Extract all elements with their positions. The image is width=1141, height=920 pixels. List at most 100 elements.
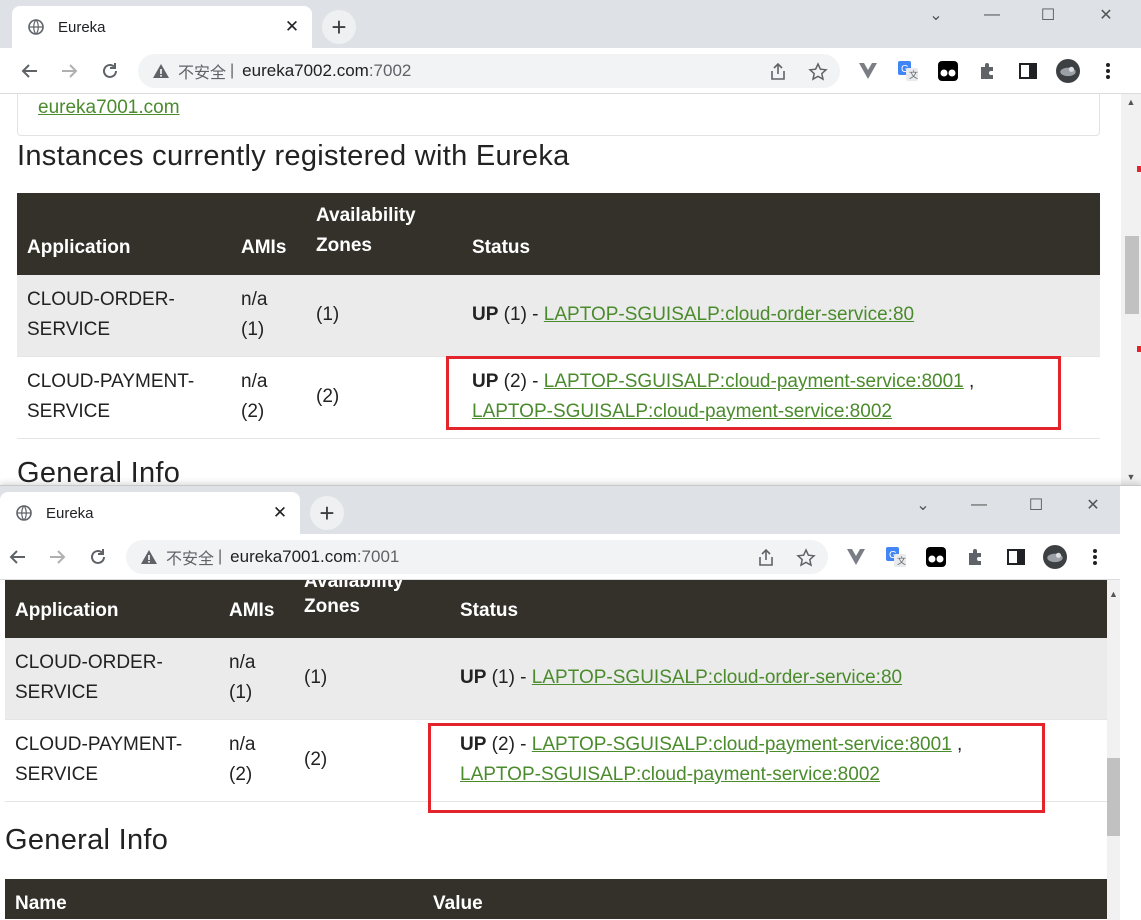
insecure-label: 不安全 [178,65,227,82]
app-name: CLOUD-ORDER- SERVICE [5,638,219,720]
table-row: CLOUD-ORDER- SERVICE n/a (1) (1) UP (1) - … [5,638,1107,720]
warning-icon[interactable] [152,62,170,80]
tab-eureka[interactable]: Eureka ✕ [0,492,300,534]
minimize-button[interactable]: — [953,490,1005,520]
replica-link[interactable]: eureka7001.com [38,97,180,118]
status-cell: UP (1) - LAPTOP-SGUISALP:cloud-order-ser… [462,275,1100,357]
col-zones: Availability Zones [306,193,462,275]
sidepanel-icon[interactable] [1004,545,1028,569]
share-icon[interactable] [768,62,788,82]
url-host: eureka7002.com [242,61,369,80]
extensions-icon[interactable] [976,59,1000,83]
extensions-icon[interactable] [964,545,988,569]
instance-link[interactable]: LAPTOP-SGUISALP:cloud-order-service:80 [544,304,914,325]
page-viewport: eureka7001.com Instances currently regis… [0,94,1121,485]
share-icon[interactable] [756,548,776,568]
app-name: CLOUD-PAYMENT- SERVICE [5,719,219,802]
address-bar[interactable]: 不安全 | eureka7001.com:7001 [126,540,828,574]
url-host: eureka7001.com [230,547,357,566]
minimize-button[interactable]: — [966,0,1018,30]
vue-devtools-icon[interactable] [856,59,880,83]
tab-strip: Eureka ✕ + ⌄ — ☐ ✕ [0,0,1141,48]
zones-cell: (1) [294,638,450,720]
new-tab-button[interactable]: + [310,496,344,530]
separator: | [230,62,235,79]
background-window-edge [1137,346,1141,352]
close-window-button[interactable]: ✕ [1080,0,1132,30]
amis-cell: n/a (2) [231,356,306,439]
highlight-box [446,356,1061,430]
col-status: Status [450,580,1107,638]
tampermonkey-icon[interactable] [924,545,948,569]
table-row: CLOUD-ORDER- SERVICE n/a (1) (1) UP (1) - … [17,275,1100,357]
instance-link[interactable]: LAPTOP-SGUISALP:cloud-order-service:80 [532,667,902,688]
back-icon[interactable] [17,58,43,84]
svg-text:文: 文 [897,555,906,566]
url-port: :7001 [356,547,400,566]
url-text[interactable]: eureka7002.com:7002 [242,61,411,81]
general-info-heading: General Info [5,823,169,856]
scrollbar[interactable]: ▲ ▼ [1121,94,1141,485]
svg-text:文: 文 [909,69,918,80]
reload-icon[interactable] [97,58,123,84]
tab-close-icon[interactable]: ✕ [282,17,302,37]
sidepanel-icon[interactable] [1016,59,1040,83]
new-tab-button[interactable]: + [322,10,356,44]
zones-cell: (2) [306,356,462,439]
profile-avatar-icon[interactable] [1043,545,1067,569]
tab-close-icon[interactable]: ✕ [270,503,290,523]
forward-icon[interactable] [44,544,70,570]
translate-icon[interactable]: G文 [884,545,908,569]
zones-cell: (1) [306,275,462,357]
forward-icon[interactable] [56,58,82,84]
col-application: Application [17,193,231,275]
scroll-thumb[interactable] [1107,758,1120,836]
star-icon[interactable] [808,62,828,82]
close-window-button[interactable]: ✕ [1067,490,1119,520]
col-zones: Availability Zones [294,580,450,638]
globe-icon [16,505,32,521]
tab-search-icon[interactable]: ⌄ [897,490,949,520]
status-cell: UP (1) - LAPTOP-SGUISALP:cloud-order-ser… [450,638,1107,720]
info-table-header: Name Value [5,879,1107,919]
url-port: :7002 [368,61,412,80]
page-viewport: Application AMIs Availability Zones Statu… [0,580,1107,920]
warning-icon[interactable] [140,548,158,566]
back-icon[interactable] [5,544,31,570]
scroll-up-icon[interactable]: ▲ [1121,94,1141,110]
col-amis: AMIs [231,193,306,275]
vue-devtools-icon[interactable] [844,545,868,569]
tab-eureka[interactable]: Eureka ✕ [12,6,312,48]
browser-toolbar: 不安全 | eureka7001.com:7001 G文 [0,534,1120,580]
scroll-down-icon[interactable]: ▼ [1121,469,1141,485]
address-bar[interactable]: 不安全 | eureka7002.com:7002 [138,54,840,88]
app-name: CLOUD-ORDER- SERVICE [17,275,231,357]
insecure-label: 不安全 [166,551,215,568]
tab-strip: Eureka ✕ + ⌄ — ☐ ✕ [0,486,1120,534]
col-amis: AMIs [219,580,294,638]
profile-avatar-icon[interactable] [1056,59,1080,83]
browser-window-eureka7001: Eureka ✕ + ⌄ — ☐ ✕ 不安全 | eureka7001.com:… [0,485,1141,920]
menu-icon[interactable] [1096,59,1120,83]
app-name: CLOUD-PAYMENT- SERVICE [17,356,231,439]
url-text[interactable]: eureka7001.com:7001 [230,547,399,567]
globe-icon [28,19,44,35]
maximize-button[interactable]: ☐ [1010,490,1062,520]
tab-search-icon[interactable]: ⌄ [910,0,962,30]
background-window-edge [1137,166,1141,172]
reload-icon[interactable] [85,544,111,570]
menu-icon[interactable] [1083,545,1107,569]
scroll-up-icon[interactable]: ▲ [1107,586,1120,602]
maximize-button[interactable]: ☐ [1022,0,1074,30]
highlight-box [428,723,1045,813]
translate-icon[interactable]: G文 [896,59,920,83]
col-name: Name [15,893,67,914]
browser-window-eureka7002: Eureka ✕ + ⌄ — ☐ ✕ 不安全 | eureka7002.com:… [0,0,1141,485]
scrollbar[interactable]: ▲ [1107,580,1120,920]
tab-title: Eureka [58,18,106,36]
star-icon[interactable] [796,548,816,568]
separator: | [218,548,223,565]
scroll-thumb[interactable] [1125,236,1139,314]
tampermonkey-icon[interactable] [936,59,960,83]
zones-cell: (2) [294,719,450,802]
